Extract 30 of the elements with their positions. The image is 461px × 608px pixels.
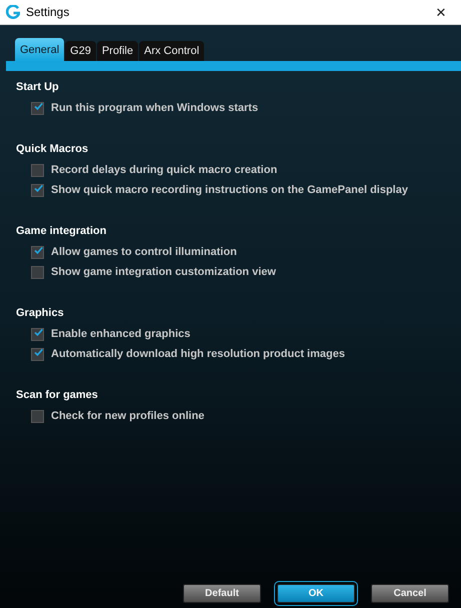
option-label: Allow games to control illumination	[51, 246, 237, 258]
section-heading: Graphics	[16, 307, 65, 321]
tab[interactable]: G29	[65, 41, 96, 61]
checkbox[interactable]	[31, 102, 44, 114]
checkbox[interactable]	[31, 246, 44, 258]
section-heading: Quick Macros	[16, 143, 90, 157]
dialog-button[interactable]: Cancel	[371, 584, 449, 603]
option-label: Show quick macro recording instructions on the GamePanel display	[51, 184, 408, 196]
section-heading: Scan for games	[16, 389, 99, 403]
close-button[interactable]: ✕	[421, 0, 461, 24]
option-label: Show game integration customization view	[51, 266, 276, 278]
section-heading: Start Up	[16, 81, 60, 95]
checkbox[interactable]	[31, 184, 44, 196]
tab[interactable]: Arx Control	[139, 41, 204, 61]
checkbox[interactable]	[31, 328, 44, 340]
option-label: Automatically download high resolution product images	[51, 348, 345, 360]
checkbox[interactable]	[31, 410, 44, 422]
option-label: Record delays during quick macro creation	[51, 164, 278, 176]
logo-icon	[6, 5, 20, 19]
tab[interactable]: Profile	[96, 41, 138, 61]
window-title: Settings	[26, 5, 70, 19]
option-label: Run this program when Windows starts	[51, 102, 258, 114]
checkbox[interactable]	[31, 266, 44, 278]
tab[interactable]: General	[15, 38, 64, 61]
dialog-button[interactable]: Default	[183, 584, 261, 603]
section-heading: Game integration	[16, 225, 108, 239]
checkbox[interactable]	[31, 348, 44, 360]
option-label: Enable enhanced graphics	[51, 328, 190, 340]
option-label: Check for new profiles online	[51, 410, 204, 422]
checkbox[interactable]	[31, 164, 44, 176]
